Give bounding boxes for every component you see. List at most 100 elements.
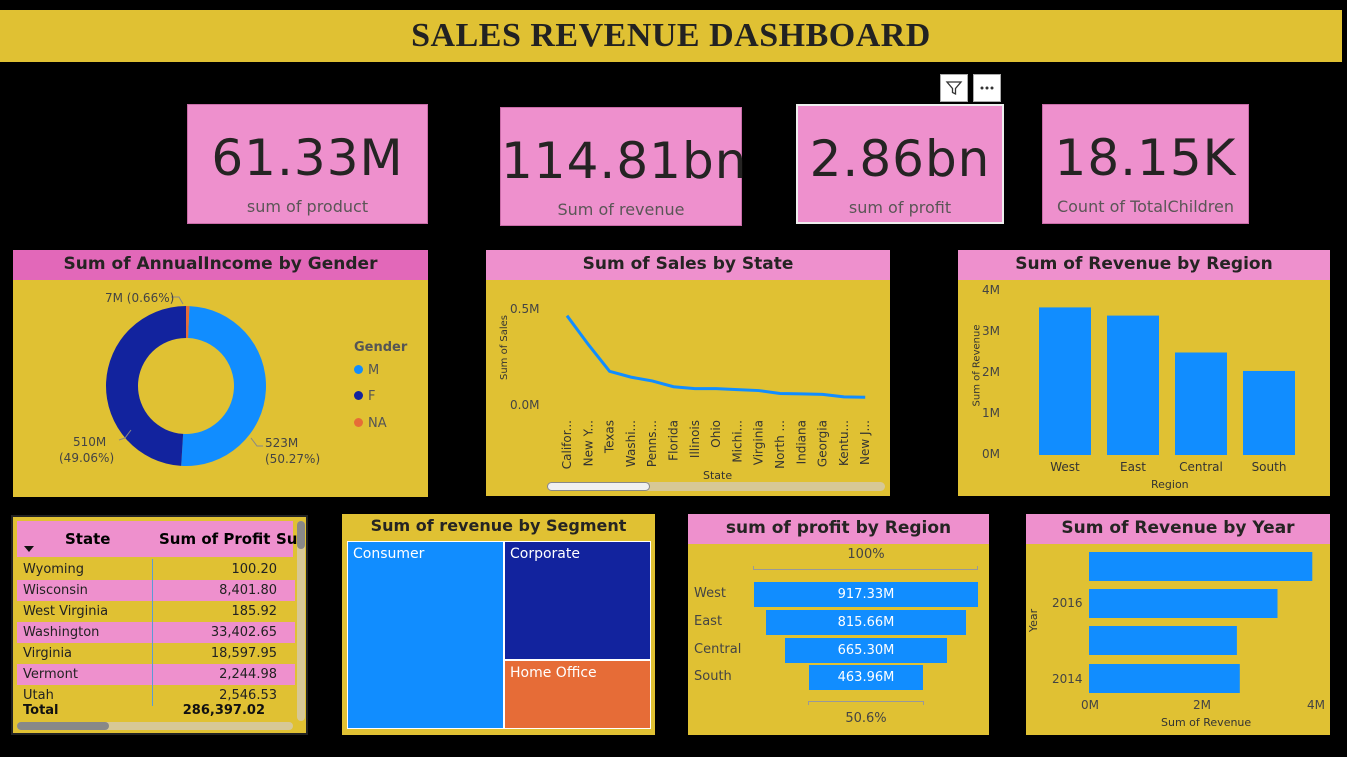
scrollbar-thumb[interactable] — [17, 722, 109, 730]
x-tick-label: Indiana — [794, 420, 808, 464]
sort-descending-icon[interactable] — [24, 546, 34, 552]
funnel-bar-central[interactable]: 665.30M — [784, 638, 948, 663]
funnel-bar-west[interactable]: 917.33M — [754, 582, 978, 607]
x-tick-label: West — [1050, 460, 1080, 474]
scrollbar-thumb[interactable] — [547, 482, 650, 491]
filter-icon[interactable] — [940, 74, 968, 102]
x-tick-label: Texas — [603, 420, 617, 454]
total-label: Total — [23, 703, 59, 718]
cell-state: Washington — [17, 622, 152, 643]
hbar-svg — [1089, 552, 1313, 693]
legend-label: F — [368, 389, 376, 404]
treemap-tile-consumer[interactable]: Consumer — [347, 541, 504, 729]
table-grid: Wyoming 100.20 Wisconsin 8,401.80 West Virgi… — [17, 559, 295, 706]
gender-donut-chart[interactable]: Sum of AnnualIncome by Gender 7M (0.66%)… — [13, 250, 428, 497]
table-row[interactable]: Wisconsin 8,401.80 — [17, 580, 295, 601]
funnel-bar-south[interactable]: 463.96M — [809, 665, 923, 690]
slice-label-f-value: 510M — [73, 435, 107, 449]
legend-item-f[interactable]: F — [354, 389, 375, 404]
table-row[interactable]: Virginia 18,597.95 — [17, 643, 295, 664]
x-tick-label: New Y... — [581, 420, 595, 466]
tile-label: Corporate — [510, 546, 580, 562]
legend-item-na[interactable]: NA — [354, 416, 387, 431]
cell-truncated — [283, 685, 295, 706]
legend-dot-icon — [354, 391, 363, 400]
kpi-card-product[interactable]: 61.33M sum of product — [187, 104, 428, 224]
cell-profit: 18,597.95 — [151, 643, 283, 664]
x-tick-label: South — [1252, 460, 1287, 474]
x-tick-label: Central — [1179, 460, 1223, 474]
slice-label-m-pct: (50.27%) — [265, 452, 321, 466]
cell-truncated — [283, 664, 295, 685]
revenue-by-year-chart[interactable]: Sum of Revenue by Year Year 2016 2014 0M… — [1026, 514, 1330, 735]
bar-west[interactable] — [1039, 307, 1091, 455]
column-header-state[interactable]: State — [65, 530, 110, 548]
kpi-value: 61.33M — [211, 129, 404, 187]
funnel-top-pct: 100% — [847, 547, 885, 562]
table-row[interactable]: Vermont 2,244.98 — [17, 664, 295, 685]
x-tick-label: East — [1120, 460, 1146, 474]
bar-south[interactable] — [1243, 370, 1295, 455]
chart-title: sum of profit by Region — [688, 514, 989, 544]
funnel-bar-east[interactable]: 815.66M — [766, 610, 966, 635]
x-axis-label: Sum of Revenue — [1161, 716, 1252, 729]
x-tick-label: North ... — [773, 420, 787, 469]
legend-item-m[interactable]: M — [354, 363, 379, 378]
x-tick: 4M — [1307, 698, 1325, 712]
cell-profit: 33,402.65 — [151, 622, 283, 643]
x-tick-label: Califor... — [560, 420, 574, 469]
table-row[interactable]: Washington 33,402.65 — [17, 622, 295, 643]
scrollbar-thumb[interactable] — [297, 521, 305, 549]
table-row[interactable]: Wyoming 100.20 — [17, 559, 295, 580]
profit-by-state-table[interactable]: State Sum of Profit Su Wyoming 100.20 Wisc… — [11, 515, 308, 735]
tile-label: Home Office — [510, 665, 597, 681]
cell-profit: 8,401.80 — [151, 580, 283, 601]
vertical-scrollbar[interactable] — [297, 521, 305, 721]
treemap-tile-corporate[interactable]: Corporate — [504, 541, 651, 660]
donut-slice-f[interactable] — [105, 306, 186, 466]
legend-title: Gender — [354, 340, 408, 355]
column-header-more[interactable]: Su — [276, 530, 297, 548]
legend-label: NA — [368, 416, 387, 431]
bar-year-2014[interactable] — [1089, 664, 1240, 693]
kpi-label: sum of profit — [848, 198, 952, 217]
revenue-by-segment-treemap[interactable]: Sum of revenue by Segment Consumer Corpo… — [342, 514, 655, 735]
column-header-profit[interactable]: Sum of Profit — [159, 530, 270, 548]
chart-title: Sum of AnnualIncome by Gender — [13, 250, 428, 280]
profit-by-region-funnel[interactable]: sum of profit by Region 100% 917.33M West… — [688, 514, 989, 735]
horizontal-scrollbar[interactable] — [547, 482, 885, 491]
chart-title: Sum of revenue by Segment — [370, 516, 627, 535]
bar-year-2017[interactable] — [1089, 552, 1313, 581]
x-tick: 2M — [1193, 698, 1211, 712]
treemap-tile-home-office[interactable]: Home Office — [504, 660, 651, 729]
kpi-card-revenue[interactable]: 114.81bn Sum of revenue — [500, 107, 748, 226]
bar-year-2016[interactable] — [1089, 589, 1278, 618]
table-row[interactable]: West Virginia 185.92 — [17, 601, 295, 622]
funnel-category-label: South — [694, 669, 732, 684]
bar-central[interactable] — [1175, 352, 1227, 456]
donut-slice-m[interactable] — [181, 306, 266, 466]
kpi-card-children[interactable]: 18.15K Count of TotalChildren — [1042, 104, 1249, 224]
kpi-label: sum of product — [246, 197, 369, 216]
cell-state: Wyoming — [23, 562, 85, 577]
column-svg: West East Central South — [1039, 307, 1295, 474]
kpi-label: Count of TotalChildren — [1056, 197, 1235, 216]
sales-line[interactable] — [565, 314, 866, 399]
slice-label-na: 7M (0.66%) — [105, 291, 175, 305]
x-axis-label: Region — [1151, 478, 1189, 491]
revenue-by-region-chart[interactable]: Sum of Revenue by Region Sum of Revenue … — [958, 250, 1330, 496]
label-leader-line — [250, 437, 263, 447]
kpi-value: 2.86bn — [809, 130, 991, 188]
table-body: Wyoming 100.20 Wisconsin 8,401.80 West Virgi… — [17, 559, 295, 706]
dashboard-title-bar: SALES REVENUE DASHBOARD — [0, 10, 1342, 62]
bar-year-2015[interactable] — [1089, 626, 1237, 655]
more-options-icon[interactable] — [973, 74, 1001, 102]
sales-by-state-chart[interactable]: Sum of Sales by State 0.5M 0.0M Sum of S… — [486, 250, 890, 496]
cell-truncated — [283, 643, 295, 664]
horizontal-scrollbar[interactable] — [17, 722, 293, 730]
x-tick-label: Virginia — [752, 420, 766, 465]
kpi-card-profit[interactable]: 2.86bn sum of profit — [796, 104, 1004, 224]
cell-profit: 100.20 — [151, 559, 283, 580]
bar-east[interactable] — [1107, 315, 1159, 455]
kpi-value: 114.81bn — [501, 132, 748, 190]
